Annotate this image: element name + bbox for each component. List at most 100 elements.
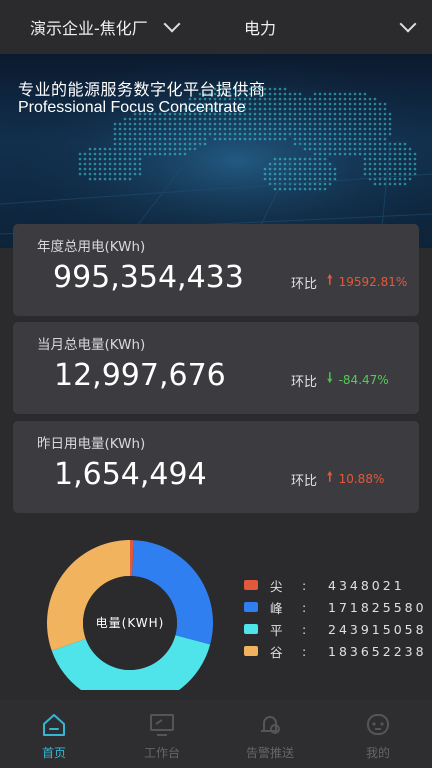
map-dot: [353, 152, 357, 156]
map-dot: [328, 182, 332, 186]
map-dot: [318, 127, 322, 131]
energy-type-selector[interactable]: 电力: [244, 0, 417, 54]
map-dot: [298, 102, 302, 106]
map-dot: [323, 162, 327, 166]
map-dot: [163, 122, 167, 126]
map-dot: [263, 117, 267, 121]
map-dot: [193, 122, 197, 126]
card-value: 1,654,494: [54, 457, 207, 492]
map-dot: [108, 147, 112, 151]
enterprise-selector[interactable]: 演示企业-焦化厂: [30, 0, 181, 54]
map-dot: [218, 122, 222, 126]
enterprise-name: 演示企业-焦化厂: [30, 19, 148, 38]
map-dot: [148, 122, 152, 126]
map-dot: [133, 122, 137, 126]
bottom-tab-bar: 首页 工作台 告警推送 我的: [0, 700, 432, 768]
legend-value: 171825580: [328, 599, 427, 615]
tab-home[interactable]: 首页: [0, 700, 108, 768]
map-dot: [363, 167, 367, 171]
map-dot: [113, 122, 117, 126]
map-dot: [153, 142, 157, 146]
map-dot: [118, 162, 122, 166]
map-dot: [88, 177, 92, 181]
map-dot: [338, 127, 342, 131]
map-dot: [268, 117, 272, 121]
map-dot: [238, 117, 242, 121]
map-dot: [288, 167, 292, 171]
map-dot: [283, 132, 287, 136]
map-dot: [113, 132, 117, 136]
map-dot: [318, 162, 322, 166]
ratio-value: 10.88%: [338, 472, 385, 486]
map-dot: [318, 112, 322, 116]
map-dot: [273, 137, 277, 141]
tab-profile[interactable]: 我的: [324, 700, 432, 768]
map-dot: [408, 157, 412, 161]
map-dot: [213, 132, 217, 136]
map-dot: [313, 187, 317, 191]
map-dot: [378, 132, 382, 136]
map-dot: [133, 137, 137, 141]
map-dot: [273, 102, 277, 106]
map-dot: [118, 142, 122, 146]
map-dot: [343, 112, 347, 116]
map-dot: [208, 122, 212, 126]
map-dot: [163, 117, 167, 121]
monthly-usage-card[interactable]: 当月总电量(KWh) 12,997,676 环比 🠗 -84.47%: [13, 322, 419, 414]
map-dot: [308, 132, 312, 136]
annual-usage-card[interactable]: 年度总用电(KWh) 995,354,433 环比 🠕 19592.81%: [13, 224, 419, 316]
map-dot: [378, 182, 382, 186]
map-dot: [298, 172, 302, 176]
ratio-value: 19592.81%: [338, 275, 408, 289]
daily-usage-card[interactable]: 昨日用电量(KWh) 1,654,494 环比 🠕 10.88%: [13, 421, 419, 513]
map-dot: [378, 107, 382, 111]
map-dot: [273, 107, 277, 111]
tab-alarm[interactable]: 告警推送: [216, 700, 324, 768]
map-dot: [293, 117, 297, 121]
map-dot: [278, 102, 282, 106]
map-dot: [263, 107, 267, 111]
map-dot: [138, 147, 142, 151]
map-dot: [323, 112, 327, 116]
map-dot: [363, 107, 367, 111]
map-dot: [128, 117, 132, 121]
tab-workbench[interactable]: 工作台: [108, 700, 216, 768]
map-dot: [323, 182, 327, 186]
map-dot: [363, 97, 367, 101]
map-dot: [203, 132, 207, 136]
map-dot: [183, 147, 187, 151]
map-dot: [203, 127, 207, 131]
map-dot: [298, 162, 302, 166]
map-dot: [238, 122, 242, 126]
map-dot: [318, 137, 322, 141]
map-dot: [403, 157, 407, 161]
map-dot: [158, 122, 162, 126]
map-dot: [333, 177, 337, 181]
map-dot: [213, 122, 217, 126]
map-dot: [328, 102, 332, 106]
map-dot: [293, 157, 297, 161]
map-dot: [363, 132, 367, 136]
map-dot: [328, 172, 332, 176]
map-dot: [218, 132, 222, 136]
map-dot: [313, 147, 317, 151]
map-dot: [238, 137, 242, 141]
map-dot: [163, 142, 167, 146]
map-dot: [253, 132, 257, 136]
map-dot: [168, 122, 172, 126]
map-dot: [108, 157, 112, 161]
map-dot: [288, 187, 292, 191]
map-dot: [78, 167, 82, 171]
map-dot: [178, 152, 182, 156]
map-dot: [358, 97, 362, 101]
map-dot: [333, 167, 337, 171]
map-dot: [368, 167, 372, 171]
map-dot: [388, 132, 392, 136]
map-dot: [113, 137, 117, 141]
map-dot: [278, 87, 282, 91]
map-dot: [268, 127, 272, 131]
map-dot: [383, 172, 387, 176]
map-dot: [323, 117, 327, 121]
map-dot: [108, 167, 112, 171]
arrow-up-icon: 🠕: [327, 470, 333, 485]
